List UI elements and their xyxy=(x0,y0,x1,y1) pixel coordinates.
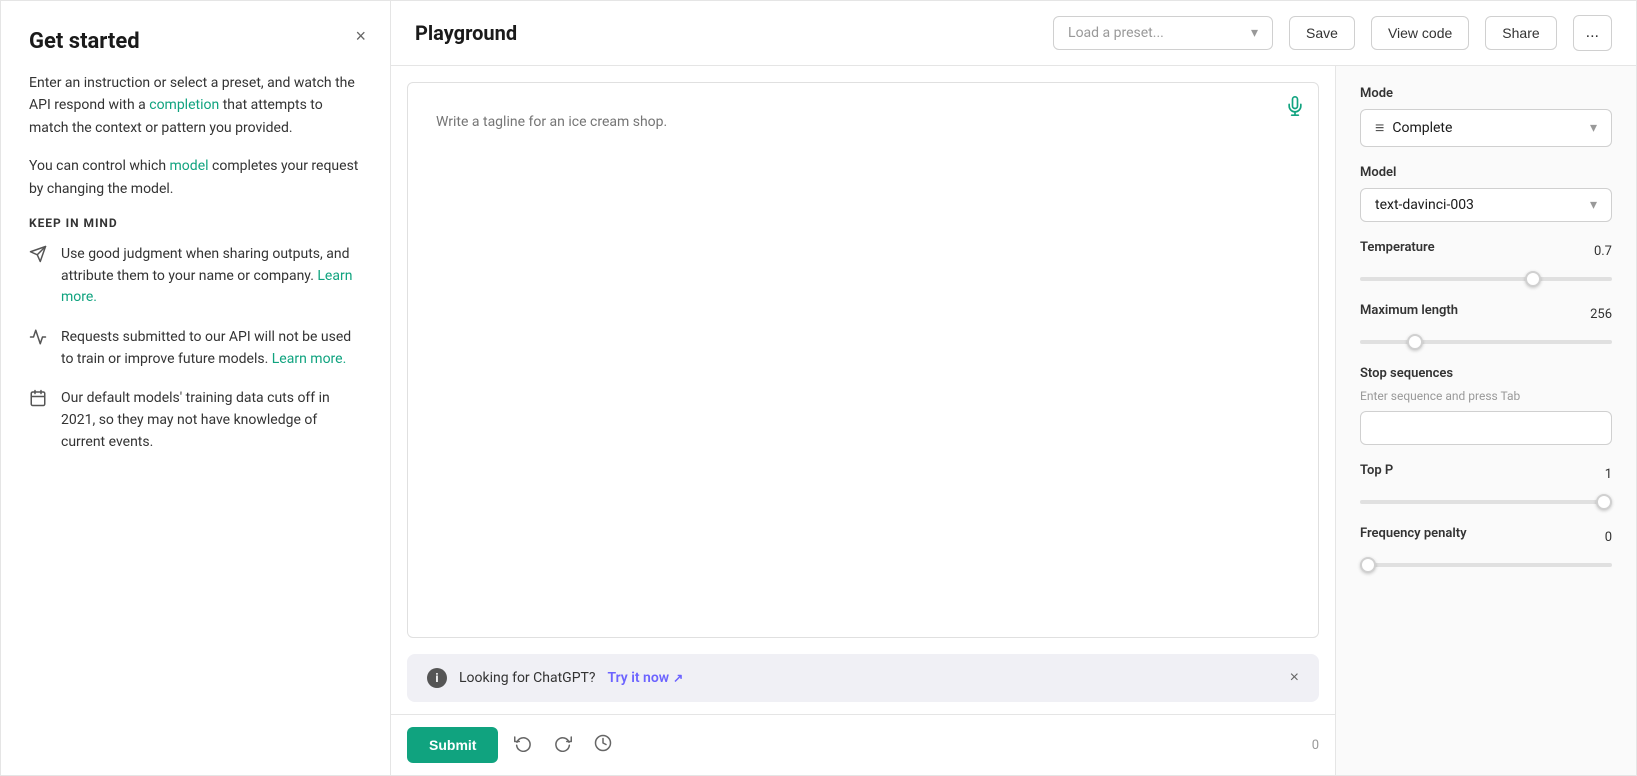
model-label: Model xyxy=(1360,165,1612,180)
sidebar-close-button[interactable]: × xyxy=(355,27,366,45)
max-length-container: Maximum length 256 xyxy=(1360,303,1612,348)
keep-in-mind-label: KEEP IN MIND xyxy=(29,216,362,230)
submit-button[interactable]: Submit xyxy=(407,727,498,763)
max-length-label: Maximum length xyxy=(1360,303,1458,318)
sidebar: × Get started Enter an instruction or se… xyxy=(1,1,391,775)
tip-item-1: Use good judgment when sharing outputs, … xyxy=(29,244,362,309)
temperature-row: Temperature 0.7 xyxy=(1360,240,1612,263)
calendar-icon xyxy=(29,389,49,409)
frequency-penalty-value: 0 xyxy=(1605,530,1612,545)
microphone-icon[interactable] xyxy=(1285,96,1305,121)
mode-icon: ≡ xyxy=(1375,118,1384,138)
model-link[interactable]: model xyxy=(170,158,209,174)
completion-link[interactable]: completion xyxy=(149,97,219,113)
frequency-penalty-slider[interactable] xyxy=(1360,563,1612,567)
frequency-penalty-label: Frequency penalty xyxy=(1360,526,1467,541)
stop-sequences-input[interactable] xyxy=(1360,411,1612,445)
header: Playground Load a preset... ▾ Save View … xyxy=(391,1,1636,66)
view-code-button[interactable]: View code xyxy=(1371,16,1469,50)
editor-textarea[interactable] xyxy=(407,82,1319,638)
save-button[interactable]: Save xyxy=(1289,16,1355,50)
sidebar-body: Enter an instruction or select a preset,… xyxy=(29,72,362,453)
editor-wrapper xyxy=(391,66,1335,654)
model-dropdown[interactable]: text-davinci-003 ▾ xyxy=(1360,188,1612,222)
tip-list: Use good judgment when sharing outputs, … xyxy=(29,244,362,454)
mode-dropdown[interactable]: ≡ Complete ▾ xyxy=(1360,109,1612,147)
frequency-penalty-container: Frequency penalty 0 xyxy=(1360,526,1612,571)
sidebar-intro-1: Enter an instruction or select a preset,… xyxy=(29,72,362,139)
mode-value: Complete xyxy=(1392,120,1452,136)
mode-chevron-icon: ▾ xyxy=(1590,120,1597,136)
activity-icon xyxy=(29,328,49,348)
share-button[interactable]: Share xyxy=(1485,16,1556,50)
undo-button[interactable] xyxy=(508,730,538,761)
main-area: Playground Load a preset... ▾ Save View … xyxy=(391,1,1636,775)
max-length-value: 256 xyxy=(1590,307,1612,322)
send-icon xyxy=(29,245,49,265)
banner-text: Looking for ChatGPT? xyxy=(459,670,596,686)
top-p-value: 1 xyxy=(1605,467,1612,482)
temperature-container: Temperature 0.7 xyxy=(1360,240,1612,285)
more-options-button[interactable]: ... xyxy=(1573,15,1612,51)
tip-text-2: Requests submitted to our API will not b… xyxy=(61,327,362,370)
preset-placeholder: Load a preset... xyxy=(1068,25,1243,41)
preset-dropdown[interactable]: Load a preset... ▾ xyxy=(1053,16,1273,50)
sidebar-intro-2: You can control which model completes yo… xyxy=(29,155,362,200)
history-button[interactable] xyxy=(588,730,618,761)
settings-panel: Mode ≡ Complete ▾ Model text-davinci-003… xyxy=(1336,66,1636,775)
tip-text-3: Our default models' training data cuts o… xyxy=(61,388,362,453)
content-area: i Looking for ChatGPT? Try it now ↗ × Su… xyxy=(391,66,1636,775)
stop-sequences-hint: Enter sequence and press Tab xyxy=(1360,389,1612,403)
max-length-row: Maximum length 256 xyxy=(1360,303,1612,326)
tip-item-3: Our default models' training data cuts o… xyxy=(29,388,362,453)
model-value: text-davinci-003 xyxy=(1375,197,1474,213)
sidebar-title: Get started xyxy=(29,29,362,54)
tip-item-2: Requests submitted to our API will not b… xyxy=(29,327,362,370)
top-p-label: Top P xyxy=(1360,463,1393,478)
top-p-container: Top P 1 xyxy=(1360,463,1612,508)
try-it-now-link[interactable]: Try it now ↗ xyxy=(608,670,684,686)
redo-button[interactable] xyxy=(548,730,578,761)
info-icon: i xyxy=(427,668,447,688)
frequency-penalty-row: Frequency penalty 0 xyxy=(1360,526,1612,549)
banner-close-button[interactable]: × xyxy=(1290,669,1299,687)
learn-more-link-1[interactable]: Learn more. xyxy=(61,268,352,306)
external-link-icon: ↗ xyxy=(673,671,683,685)
page-title: Playground xyxy=(415,21,517,45)
model-chevron-icon: ▾ xyxy=(1590,197,1597,213)
max-length-slider[interactable] xyxy=(1360,340,1612,344)
stop-sequences-label: Stop sequences xyxy=(1360,366,1612,381)
editor-panel: i Looking for ChatGPT? Try it now ↗ × Su… xyxy=(391,66,1336,775)
top-p-slider[interactable] xyxy=(1360,500,1612,504)
chatgpt-banner: i Looking for ChatGPT? Try it now ↗ × xyxy=(407,654,1319,702)
mode-label: Mode xyxy=(1360,86,1612,101)
top-p-row: Top P 1 xyxy=(1360,463,1612,486)
tip-text-1: Use good judgment when sharing outputs, … xyxy=(61,244,362,309)
learn-more-link-2[interactable]: Learn more. xyxy=(272,351,347,367)
temperature-slider[interactable] xyxy=(1360,277,1612,281)
temperature-label: Temperature xyxy=(1360,240,1435,255)
preset-chevron-icon: ▾ xyxy=(1251,25,1258,41)
char-count: 0 xyxy=(1312,738,1319,753)
editor-toolbar: Submit xyxy=(391,714,1335,775)
temperature-value: 0.7 xyxy=(1594,244,1612,259)
